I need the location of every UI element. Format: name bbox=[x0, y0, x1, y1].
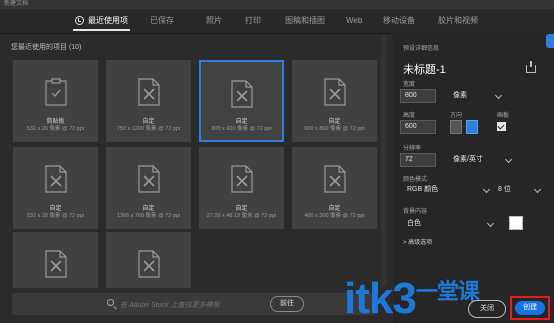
artboard-checkbox[interactable] bbox=[497, 122, 506, 131]
tab-web[interactable]: Web bbox=[346, 9, 362, 33]
watermark-cn: 一堂课 bbox=[415, 279, 480, 304]
unit-select[interactable]: 像素 bbox=[453, 89, 503, 103]
custom-doc-icon bbox=[44, 250, 67, 278]
color-mode-value: RGB 颜色 bbox=[407, 186, 439, 193]
preset-card[interactable]: 自定 27.09 x 48.19 厘米 @ 72 ppi bbox=[199, 147, 284, 229]
category-tabs: 最近使用项 已保存 照片 打印 图稿和插图 Web 移动设备 胶片和视频 bbox=[0, 9, 554, 34]
landscape-orientation-icon[interactable] bbox=[466, 120, 478, 134]
chevron-down-icon bbox=[504, 155, 513, 164]
panel-collapse-handle[interactable] bbox=[546, 34, 554, 48]
custom-doc-icon bbox=[137, 78, 160, 106]
preset-size: 1366 x 768 像素 @ 72 ppi bbox=[116, 213, 181, 219]
artboard-label: 画板 bbox=[497, 113, 510, 119]
tab-recent[interactable]: 最近使用项 bbox=[73, 9, 130, 33]
window-title: 新建文档 bbox=[4, 1, 29, 7]
create-button-highlight: 创建 bbox=[510, 296, 550, 320]
preset-card[interactable]: 自定 750 x 1200 像素 @ 72 ppi bbox=[106, 60, 191, 142]
bit-depth-value: 8 位 bbox=[498, 186, 511, 193]
tab-photo[interactable]: 照片 bbox=[206, 9, 222, 33]
custom-doc-icon bbox=[323, 165, 346, 193]
preset-card[interactable]: 自定 532 x 20 像素 @ 72 ppi bbox=[13, 147, 98, 229]
color-mode-select[interactable]: RGB 颜色 bbox=[407, 183, 491, 197]
orientation-label: 方向 bbox=[450, 113, 463, 119]
recent-icon bbox=[75, 16, 84, 25]
resolution-input[interactable]: 72 bbox=[400, 153, 436, 167]
save-preset-icon[interactable] bbox=[526, 61, 536, 73]
background-value: 白色 bbox=[407, 220, 421, 227]
resolution-label: 分辨率 bbox=[403, 146, 422, 152]
details-header: 预设详细信息 bbox=[403, 46, 440, 52]
unit-select-value: 像素 bbox=[453, 92, 467, 99]
background-label: 背景内容 bbox=[403, 209, 428, 215]
tab-film-video[interactable]: 胶片和视频 bbox=[438, 9, 478, 33]
color-mode-label: 颜色模式 bbox=[403, 177, 428, 183]
preset-card-selected[interactable]: 自定 800 x 600 像素 @ 72 ppi bbox=[199, 60, 284, 142]
search-icon bbox=[107, 299, 114, 306]
resolution-unit-value: 像素/英寸 bbox=[453, 156, 483, 163]
width-label: 宽度 bbox=[403, 82, 416, 88]
portrait-orientation-icon[interactable] bbox=[450, 120, 462, 134]
advanced-options-toggle[interactable]: > 高级选项 bbox=[403, 237, 432, 246]
background-select[interactable]: 白色 bbox=[407, 217, 495, 231]
custom-doc-icon bbox=[230, 165, 253, 193]
preset-card[interactable]: 自定 400 x 300 像素 @ 72 ppi bbox=[292, 147, 377, 229]
preset-size: 400 x 300 像素 @ 72 ppi bbox=[304, 213, 365, 219]
preset-card[interactable] bbox=[106, 232, 191, 288]
custom-doc-icon bbox=[137, 165, 160, 193]
preset-size: 600 x 800 像素 @ 72 ppi bbox=[304, 126, 365, 132]
watermark-text: itk3 bbox=[344, 274, 417, 323]
window-titlebar: 新建文档 bbox=[0, 0, 554, 9]
preset-size: 27.09 x 48.19 厘米 @ 72 ppi bbox=[206, 213, 277, 219]
preset-card[interactable] bbox=[13, 232, 98, 288]
stock-search-bar: 前往 bbox=[12, 293, 376, 315]
custom-doc-icon bbox=[137, 250, 160, 278]
preset-size: 532 x 20 像素 @ 72 ppi bbox=[26, 126, 85, 132]
close-button[interactable]: 关闭 bbox=[468, 300, 506, 318]
background-color-swatch[interactable] bbox=[509, 216, 523, 230]
width-input[interactable]: 800 bbox=[400, 89, 436, 103]
tab-saved[interactable]: 已保存 bbox=[150, 9, 174, 33]
bit-depth-select[interactable]: 8 位 bbox=[498, 183, 542, 197]
chevron-down-icon bbox=[486, 219, 495, 228]
scrollbar[interactable] bbox=[381, 36, 387, 286]
preset-size: 750 x 1200 像素 @ 72 ppi bbox=[116, 126, 181, 132]
tab-label: 最近使用项 bbox=[88, 16, 128, 25]
chevron-down-icon bbox=[482, 185, 491, 194]
tab-mobile[interactable]: 移动设备 bbox=[383, 9, 415, 33]
preset-size: 532 x 20 像素 @ 72 ppi bbox=[26, 213, 85, 219]
height-label: 高度 bbox=[403, 113, 416, 119]
preset-card[interactable]: 自定 1366 x 768 像素 @ 72 ppi bbox=[106, 147, 191, 229]
chevron-down-icon bbox=[533, 185, 542, 194]
tab-art-illustration[interactable]: 图稿和插图 bbox=[285, 9, 325, 33]
go-button[interactable]: 前往 bbox=[270, 296, 304, 312]
site-watermark: itk3一堂课 bbox=[344, 270, 480, 323]
custom-doc-icon bbox=[44, 165, 67, 193]
custom-doc-icon bbox=[230, 80, 253, 108]
stock-search-input[interactable] bbox=[118, 296, 262, 314]
preset-card[interactable]: 剪贴板 532 x 20 像素 @ 72 ppi bbox=[13, 60, 98, 142]
custom-doc-icon bbox=[323, 78, 346, 106]
document-title[interactable]: 未标题-1 bbox=[403, 61, 446, 77]
clipboard-icon bbox=[44, 78, 67, 106]
create-button[interactable]: 创建 bbox=[515, 301, 545, 315]
preset-card[interactable]: 自定 600 x 800 像素 @ 72 ppi bbox=[292, 60, 377, 142]
recent-section-label: 您最近使用的项目 (10) bbox=[11, 44, 82, 51]
height-input[interactable]: 600 bbox=[400, 120, 436, 134]
tab-print[interactable]: 打印 bbox=[245, 9, 261, 33]
chevron-down-icon bbox=[494, 91, 503, 100]
preset-size: 800 x 600 像素 @ 72 ppi bbox=[211, 126, 272, 132]
resolution-unit-select[interactable]: 像素/英寸 bbox=[453, 153, 513, 167]
